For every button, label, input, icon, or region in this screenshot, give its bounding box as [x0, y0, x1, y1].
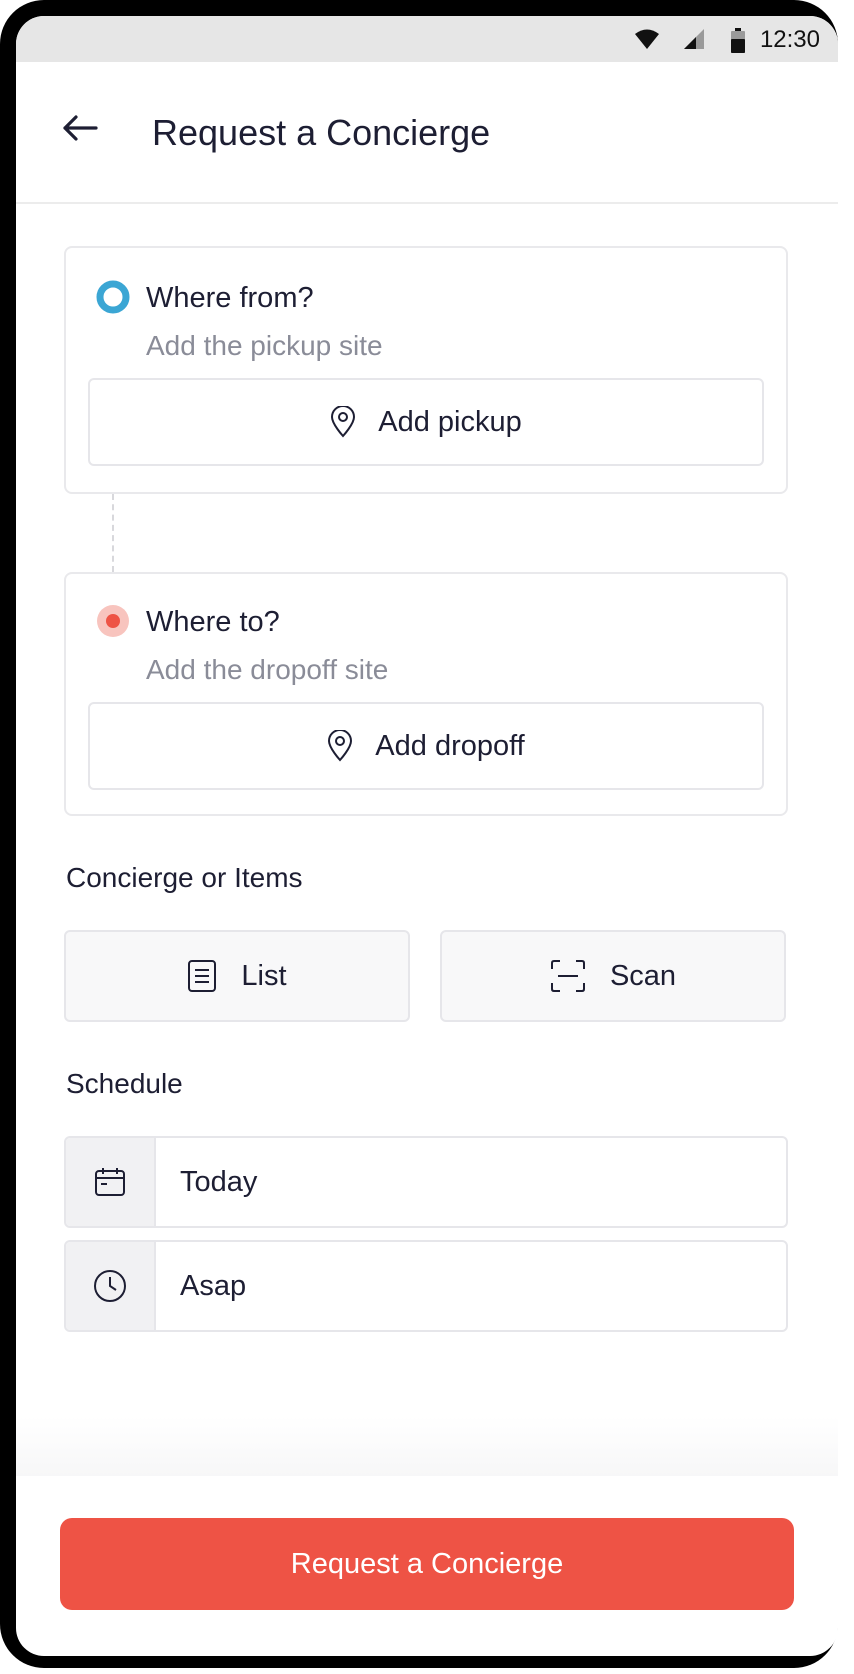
dropoff-card: Where to? Add the dropoff site Add dropo… — [64, 572, 788, 816]
list-label: List — [241, 959, 287, 992]
clock-icon — [94, 1270, 126, 1302]
schedule-section-label: Schedule — [66, 1068, 183, 1099]
status-time: 12:30 — [759, 26, 820, 53]
page-title: Request a Concierge — [152, 112, 491, 153]
calendar-icon-box — [66, 1138, 156, 1226]
add-pickup-button[interactable]: Add pickup — [88, 378, 764, 466]
signal-icon — [684, 29, 704, 49]
route-connector — [112, 494, 114, 572]
schedule-date-field[interactable]: Today — [64, 1136, 788, 1228]
add-dropoff-button[interactable]: Add dropoff — [88, 702, 764, 790]
request-concierge-button[interactable]: Request a Concierge — [60, 1518, 794, 1610]
dropoff-heading: Where to? — [146, 606, 280, 638]
items-section-label: Concierge or Items — [66, 862, 303, 893]
scan-label: Scan — [609, 959, 677, 992]
bottom-fade — [16, 1416, 838, 1476]
location-pin-icon — [331, 406, 356, 438]
request-concierge-label: Request a Concierge — [290, 1547, 564, 1580]
list-button[interactable]: List — [64, 930, 410, 1022]
list-icon — [188, 960, 217, 992]
app-screen: 12:30 Request a Concierge Where from? Ad… — [16, 16, 838, 1656]
arrow-left-icon[interactable] — [62, 114, 98, 142]
clock-icon-box — [66, 1242, 156, 1330]
add-dropoff-label: Add dropoff — [375, 729, 525, 762]
schedule-time-value: Asap — [180, 1269, 247, 1302]
battery-icon — [731, 28, 745, 53]
calendar-icon — [95, 1168, 125, 1196]
app-bar: Request a Concierge — [16, 62, 838, 204]
schedule-time-field[interactable]: Asap — [64, 1240, 788, 1332]
status-bar: 12:30 — [16, 16, 838, 62]
dropoff-subtitle: Add the dropoff site — [146, 654, 389, 685]
wifi-icon — [635, 29, 659, 49]
pickup-heading: Where from? — [146, 282, 314, 314]
add-pickup-label: Add pickup — [378, 405, 522, 438]
pickup-dot-icon — [96, 280, 130, 314]
dropoff-dot-icon — [97, 605, 129, 637]
schedule-date-value: Today — [180, 1165, 258, 1198]
device-frame: 12:30 Request a Concierge Where from? Ad… — [0, 0, 838, 1668]
scan-icon — [550, 960, 585, 992]
pickup-card: Where from? Add the pickup site Add pick… — [64, 246, 788, 494]
location-pin-icon — [328, 730, 353, 762]
scan-button[interactable]: Scan — [440, 930, 786, 1022]
pickup-subtitle: Add the pickup site — [146, 330, 383, 361]
